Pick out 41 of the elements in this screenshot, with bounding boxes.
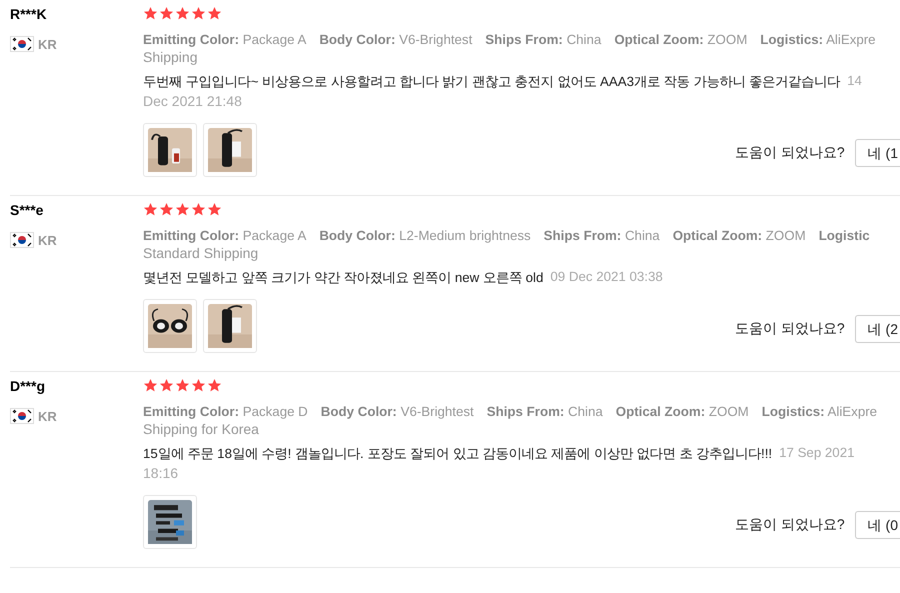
review-date: 09 Dec 2021 03:38 xyxy=(550,269,663,286)
product-attribute: Body Color: V6-Brightest xyxy=(320,404,474,419)
country-code: KR xyxy=(38,232,57,248)
product-attribute: Emitting Color: Package A xyxy=(143,228,306,243)
flag-icon xyxy=(10,36,34,52)
product-attribute: Optical Zoom: ZOOM xyxy=(614,32,748,47)
flag-icon xyxy=(10,232,34,248)
helpful-question: 도움이 되었나요? xyxy=(734,144,845,162)
review-date: Dec 2021 21:48 xyxy=(143,93,242,109)
helpful-question: 도움이 되었나요? xyxy=(734,516,845,534)
product-attribute: Emitting Color: Package A xyxy=(143,32,306,47)
product-attribute: Standard Shipping xyxy=(143,245,258,261)
review-text: 15일에 주문 18일에 수령! 갬놀입니다. 포장도 잘되어 있고 감동이네요 제품에 이상만 없다면 초 강추입니다!!! xyxy=(143,445,772,463)
product-attribute: Optical Zoom: ZOOM xyxy=(616,404,749,419)
product-attribute: Logistic xyxy=(818,228,870,243)
country-code: KR xyxy=(38,408,57,424)
reviewer-name: R***K xyxy=(10,6,47,22)
reviewer-name: D***g xyxy=(10,378,46,394)
review-text: 몇년전 모델하고 앞쪽 크기가 약간 작아졌네요 왼쪽이 new 오른쪽 old xyxy=(143,269,544,287)
flag-icon xyxy=(10,408,34,424)
product-attribute: Shipping xyxy=(143,49,198,65)
product-attribute: Body Color: L2-Medium brightness xyxy=(319,228,531,243)
review-date: 18:16 xyxy=(143,465,178,481)
yes-button[interactable]: 네 (2 xyxy=(854,315,900,343)
yes-button[interactable]: 네 (1 xyxy=(854,139,900,167)
product-attribute: Optical Zoom: ZOOM xyxy=(672,228,806,243)
review-text: 두번째 구입입니다~ 비상용으로 사용할려고 합니다 밝기 괜찮고 충전지 없어도 AAA3개로 작동 가능하니 좋은거같습니다 xyxy=(143,73,840,91)
review-date: 17 Sep 2021 xyxy=(779,445,854,462)
product-attribute: Ships From: China xyxy=(486,404,603,419)
product-attribute: Logistics: AliExpre xyxy=(762,404,878,419)
product-attribute: Shipping for Korea xyxy=(143,421,259,437)
product-attribute: Ships From: China xyxy=(485,32,602,47)
country-code: KR xyxy=(38,36,57,52)
product-attribute: Logistics: AliExpre xyxy=(760,32,876,47)
reviewer-name: S***e xyxy=(10,202,44,218)
product-attribute: Body Color: V6-Brightest xyxy=(319,32,472,47)
helpful-question: 도움이 되었나요? xyxy=(734,320,845,338)
product-attribute: Ships From: China xyxy=(544,228,660,243)
yes-button[interactable]: 네 (0 xyxy=(854,511,900,539)
product-attribute: Emitting Color: Package D xyxy=(143,404,308,419)
review-date: 14 xyxy=(847,73,862,90)
